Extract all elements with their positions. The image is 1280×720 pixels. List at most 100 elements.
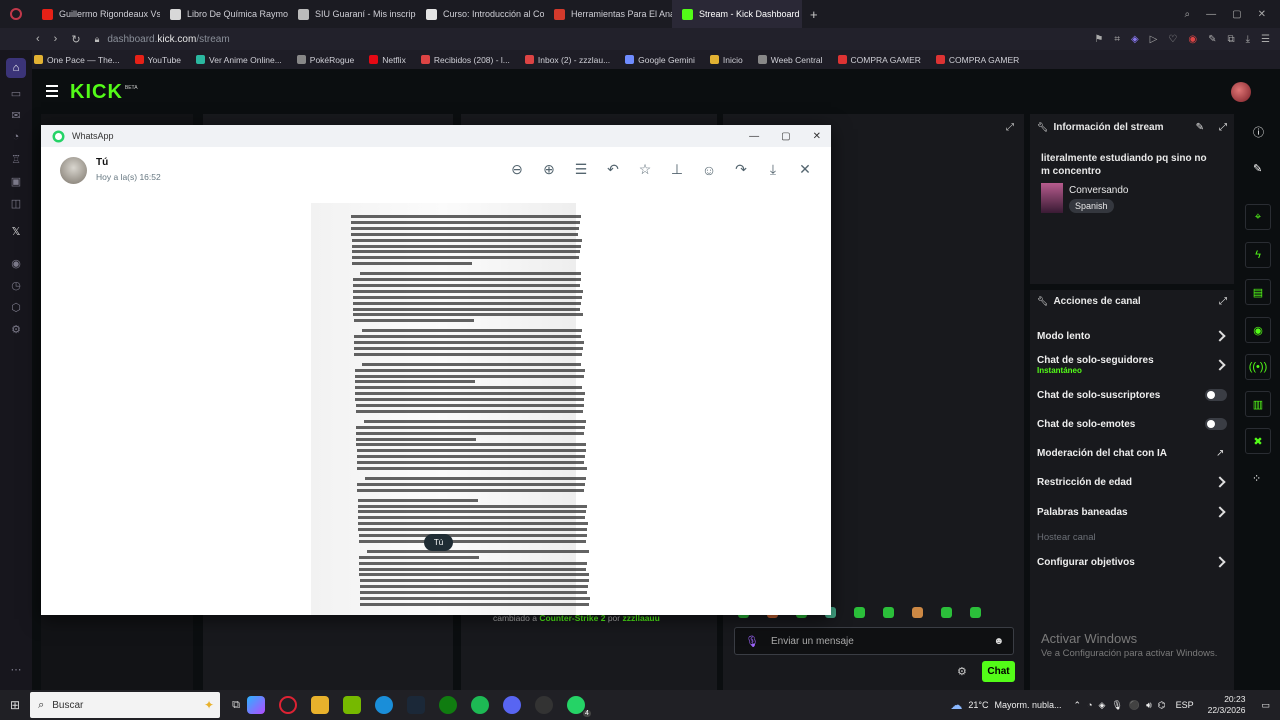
cube-icon[interactable]: ⬡	[9, 300, 23, 314]
task-view-icon[interactable]: ⧉	[232, 699, 240, 712]
file-explorer-icon[interactable]	[310, 696, 329, 714]
microphone-tray-icon[interactable]: 🎙︎	[1111, 700, 1122, 711]
emote-icon[interactable]	[941, 607, 952, 618]
forward-icon[interactable]: ↷	[731, 161, 751, 178]
discord-icon[interactable]: ▣	[9, 174, 23, 188]
scan-icon[interactable]: ⌖	[1245, 204, 1271, 230]
hamburger-icon[interactable]	[46, 85, 58, 97]
zoom-in-icon[interactable]: ⊕	[539, 161, 559, 178]
xbox-icon[interactable]	[438, 696, 457, 714]
discord-taskbar-icon[interactable]	[502, 696, 521, 714]
wa-minimize-icon[interactable]: —	[749, 131, 759, 142]
tray-chevron-icon[interactable]: ⌃	[1074, 700, 1082, 711]
close-window-icon[interactable]: ✕	[1258, 9, 1266, 20]
pin-icon[interactable]: ⊥	[667, 161, 687, 178]
tray-app-icon[interactable]: ◈	[1099, 700, 1106, 711]
pencil-icon[interactable]: ✎	[1253, 162, 1262, 175]
weather-icon[interactable]: ☁	[950, 698, 962, 712]
slow-mode-item[interactable]: Modo lento	[1037, 331, 1090, 342]
lightning-icon[interactable]: ϟ	[1245, 242, 1271, 268]
tray-app-icon[interactable]: ◔	[1087, 700, 1092, 710]
player-icon[interactable]: ▷	[1150, 34, 1158, 45]
extension-red-icon[interactable]: ◉	[1188, 34, 1197, 45]
chat-bubble-icon[interactable]: ◉	[1245, 317, 1271, 343]
tools-icon[interactable]: ✖	[1245, 428, 1271, 454]
layout-icon[interactable]: ▥	[1245, 391, 1271, 417]
bookmark-item[interactable]: PokéRogue	[296, 55, 354, 65]
bookmark-item[interactable]: Weeb Central	[757, 55, 823, 65]
whatsapp-taskbar-icon[interactable]: 4	[566, 696, 591, 717]
banned-words-item[interactable]: Palabras baneadas	[1037, 507, 1128, 518]
bookmark-item[interactable]: COMPRA GAMER	[935, 55, 1019, 65]
settings-icon[interactable]: ⚙	[9, 322, 23, 336]
emoji-picker-icon[interactable]: ☻	[993, 636, 1004, 647]
steam-icon[interactable]	[406, 696, 425, 714]
download-icon[interactable]: ⤓	[763, 161, 783, 178]
copilot-icon[interactable]	[246, 696, 265, 714]
broadcast-icon[interactable]: ((•))	[1245, 354, 1271, 380]
chat-input[interactable]: 🎙︎ Enviar un mensaje ☻	[734, 627, 1014, 655]
browser-tab[interactable]: Herramientas Para El Anál	[544, 0, 672, 28]
nvidia-icon[interactable]	[342, 696, 361, 714]
browser-tab[interactable]: Guillermo Rigondeaux Vs	[32, 0, 160, 28]
zoom-out-icon[interactable]: ⊖	[507, 161, 527, 178]
weather-text[interactable]: Mayorm. nubla...	[995, 700, 1062, 710]
snapshot-icon[interactable]: ⌗	[1114, 34, 1120, 45]
followers-only-item[interactable]: Chat de solo-seguidores	[1037, 355, 1154, 366]
browser-tab[interactable]: Stream - Kick Dashboard	[672, 0, 802, 28]
bookmark-item[interactable]: Google Gemini	[625, 55, 695, 65]
minimize-icon[interactable]: —	[1206, 9, 1216, 20]
edit-icon[interactable]: ✎	[1196, 122, 1204, 133]
wallet-icon[interactable]: ▭	[9, 86, 23, 100]
browser-tab[interactable]: SIU Guaraní - Mis inscripc	[288, 0, 416, 28]
kick-logo[interactable]: KICK BETA	[70, 81, 138, 104]
react-icon[interactable]: ☺	[699, 162, 719, 178]
forward-icon[interactable]: ›	[54, 33, 58, 45]
start-icon[interactable]: ⊞	[10, 698, 20, 712]
network-icon[interactable]: ⌬	[1158, 700, 1166, 711]
player-sidebar-icon[interactable]: ◉	[9, 256, 23, 270]
document-icon[interactable]: ▤	[1245, 279, 1271, 305]
messenger-icon[interactable]: ✉	[9, 108, 23, 122]
emotes-only-toggle[interactable]	[1205, 418, 1227, 430]
bookmark-item[interactable]: Recibidos (208) - l...	[420, 55, 510, 65]
popout-icon[interactable]: ⤢	[1219, 296, 1227, 307]
opera-icon[interactable]	[0, 8, 32, 20]
bookmark-item[interactable]: Ver Anime Online...	[196, 55, 282, 65]
bookmark-item[interactable]: Netflix	[369, 55, 406, 65]
url-field[interactable]: dashboard.kick.com/stream	[107, 34, 229, 45]
bookmark-icon[interactable]: ⚑	[1094, 34, 1103, 45]
apps-icon[interactable]: ⁘	[1252, 472, 1261, 485]
age-restriction-item[interactable]: Restricción de edad	[1037, 477, 1132, 488]
view-message-icon[interactable]: ☰	[571, 161, 591, 178]
menu-icon[interactable]: ☰	[1261, 34, 1270, 45]
configure-goals-item[interactable]: Configurar objetivos	[1037, 557, 1135, 568]
ai-moderation-item[interactable]: Moderación del chat con IA	[1037, 448, 1167, 459]
vpn-icon[interactable]: ◈	[1131, 34, 1139, 45]
external-link-icon[interactable]: ↗	[1216, 448, 1224, 459]
volume-icon[interactable]: 🔊︎	[1146, 700, 1152, 711]
popout-icon[interactable]: ⤢	[1219, 122, 1227, 133]
twitch-icon[interactable]: ♖	[9, 152, 23, 166]
avatar[interactable]	[1231, 82, 1251, 102]
edge-icon[interactable]	[374, 696, 393, 714]
emote-icon[interactable]	[912, 607, 923, 618]
x-icon[interactable]: 𝕏	[9, 224, 23, 238]
back-icon[interactable]: ‹	[36, 33, 40, 45]
star-icon[interactable]: ☆	[635, 161, 655, 178]
extensions-icon[interactable]: ⧉	[1227, 34, 1234, 45]
reload-icon[interactable]: ↻	[71, 33, 80, 46]
browser-tab[interactable]: Curso: Introducción al Co	[416, 0, 544, 28]
browser-tab[interactable]: Libro De Química Raymon	[160, 0, 288, 28]
bookmark-item[interactable]: One Pace — The...	[34, 55, 120, 65]
wa-maximize-icon[interactable]: ▢	[781, 131, 790, 142]
bookmark-item[interactable]: COMPRA GAMER	[837, 55, 921, 65]
expand-chat-icon[interactable]: ⤢	[1006, 122, 1014, 133]
opera-taskbar-icon[interactable]	[278, 696, 297, 714]
emote-icon[interactable]	[970, 607, 981, 618]
heart-icon[interactable]: ♡	[1168, 34, 1177, 45]
maximize-icon[interactable]: ▢	[1232, 9, 1241, 20]
bookmark-item[interactable]: Inbox (2) - zzzlau...	[524, 55, 610, 65]
emote-icon[interactable]	[883, 607, 894, 618]
notifications-icon[interactable]: ▭	[1261, 700, 1270, 711]
